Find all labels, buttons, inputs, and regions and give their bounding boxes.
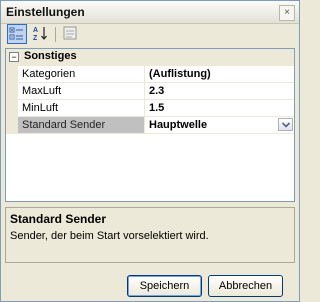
collapse-icon[interactable]: − bbox=[9, 52, 19, 62]
toolbar-separator bbox=[55, 27, 56, 42]
save-button[interactable]: Speichern bbox=[127, 275, 202, 297]
cancel-button[interactable]: Abbrechen bbox=[208, 275, 283, 297]
row-gutter bbox=[6, 83, 18, 99]
property-name: Kategorien bbox=[18, 66, 145, 82]
dropdown-button[interactable] bbox=[278, 118, 293, 131]
property-name: MaxLuft bbox=[18, 83, 145, 99]
row-gutter bbox=[6, 117, 18, 133]
title-bar: Einstellungen × bbox=[1, 1, 299, 24]
toolbar: A Z bbox=[5, 23, 295, 47]
property-row-standard-sender[interactable]: Standard Sender Hauptwelle bbox=[6, 116, 294, 134]
property-value[interactable]: Hauptwelle bbox=[146, 117, 294, 133]
property-value[interactable]: (Auflistung) bbox=[146, 66, 294, 82]
svg-text:Z: Z bbox=[33, 35, 38, 42]
property-value[interactable]: 1.5 bbox=[146, 100, 294, 116]
property-row-minluft[interactable]: MinLuft 1.5 bbox=[6, 99, 294, 116]
property-name: Standard Sender bbox=[18, 117, 145, 133]
property-value-text: Hauptwelle bbox=[149, 119, 208, 131]
property-name: MinLuft bbox=[18, 100, 145, 116]
svg-text:A: A bbox=[33, 27, 38, 34]
property-grid: − Sonstiges Kategorien (Auflistung) MaxL… bbox=[5, 48, 295, 202]
description-panel: Standard Sender Sender, der beim Start v… bbox=[5, 207, 295, 263]
property-pages-icon[interactable] bbox=[61, 24, 81, 44]
category-label: Sonstiges bbox=[24, 50, 77, 62]
property-row-kategorien[interactable]: Kategorien (Auflistung) bbox=[6, 65, 294, 82]
row-gutter bbox=[6, 100, 18, 116]
window-title: Einstellungen bbox=[6, 5, 85, 19]
categorized-view-icon[interactable] bbox=[7, 24, 27, 44]
chevron-down-icon bbox=[282, 122, 290, 128]
description-title: Standard Sender bbox=[10, 212, 107, 226]
property-row-maxluft[interactable]: MaxLuft 2.3 bbox=[6, 82, 294, 99]
row-gutter bbox=[6, 66, 18, 82]
alphabetical-sort-icon[interactable]: A Z bbox=[31, 24, 51, 44]
description-text: Sender, der beim Start vorselektiert wir… bbox=[10, 230, 209, 242]
close-icon[interactable]: × bbox=[279, 5, 295, 21]
settings-window: Einstellungen × A Z − Sonstiges Kategori… bbox=[0, 0, 300, 302]
category-row[interactable]: − Sonstiges bbox=[6, 49, 294, 65]
property-value[interactable]: 2.3 bbox=[146, 83, 294, 99]
